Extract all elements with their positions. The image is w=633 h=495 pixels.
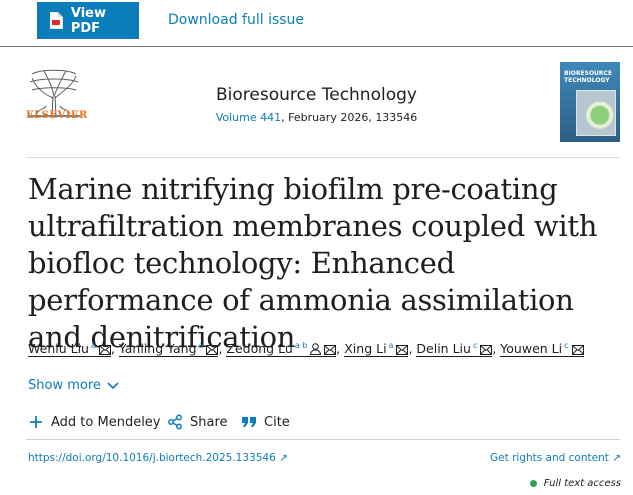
download-full-issue-link[interactable]: Download full issue (168, 12, 304, 28)
share-icon (168, 414, 182, 430)
journal-title[interactable]: Bioresource Technology (0, 85, 633, 105)
email-icon (396, 345, 409, 356)
header-divider (26, 157, 620, 158)
cover-artwork (576, 90, 616, 136)
volume-link[interactable]: Volume 441 (216, 111, 281, 124)
external-link-icon: ↗ (612, 452, 621, 464)
author-zedong-lu[interactable]: Zedong Lu a b (226, 341, 337, 358)
rights-and-content-link[interactable]: Get rights and content ↗ (490, 452, 621, 464)
issue-date-id: , February 2026, 133546 (281, 111, 418, 124)
cite-label: Cite (264, 414, 290, 430)
quote-icon (242, 417, 256, 427)
email-icon (98, 345, 111, 356)
top-divider (0, 46, 633, 47)
plus-icon (30, 416, 42, 428)
journal-cover-image[interactable]: BIORESOURCE TECHNOLOGY (560, 62, 620, 142)
person-icon (310, 343, 322, 356)
share-label: Share (190, 414, 228, 430)
author-wenlu-liu[interactable]: Wenlu Liu a (28, 341, 111, 358)
external-link-icon: ↗ (279, 452, 288, 464)
show-more-button[interactable]: Show more (28, 378, 119, 393)
show-more-label: Show more (28, 378, 101, 393)
view-pdf-label: View PDF (70, 5, 106, 36)
author-yanling-yang[interactable]: Yanling Yang a (118, 341, 219, 358)
access-status-label: Full text access (543, 478, 621, 489)
email-icon (206, 345, 219, 356)
doi-link[interactable]: https://doi.org/10.1016/j.biortech.2025.… (28, 452, 288, 464)
add-to-mendeley-button[interactable]: Add to Mendeley (28, 414, 161, 430)
chevron-down-icon (107, 381, 119, 389)
author-delin-liu[interactable]: Delin Liu c (416, 341, 493, 358)
view-pdf-button[interactable]: View PDF (37, 2, 139, 39)
author-xing-li[interactable]: Xing Li a (344, 341, 409, 358)
author-youwen-li[interactable]: Youwen Li c (500, 341, 584, 358)
share-button[interactable]: Share (167, 414, 228, 430)
article-title: Marine nitrifying biofilm pre-coating ul… (28, 172, 598, 354)
email-icon (324, 345, 337, 356)
cover-title: BIORESOURCE TECHNOLOGY (564, 70, 613, 84)
issue-info: Volume 441, February 2026, 133546 (0, 111, 633, 124)
pdf-icon (49, 12, 63, 29)
author-list: Wenlu Liu a, Yanling Yang a, Zedong Lu a b,… (28, 341, 584, 358)
access-status: Full text access (529, 478, 621, 489)
actions-divider (26, 439, 620, 440)
email-icon (480, 345, 493, 356)
access-status-dot-icon (529, 480, 537, 487)
cite-button[interactable]: Cite (241, 414, 290, 430)
add-to-mendeley-label: Add to Mendeley (51, 414, 161, 430)
email-icon (571, 345, 584, 356)
